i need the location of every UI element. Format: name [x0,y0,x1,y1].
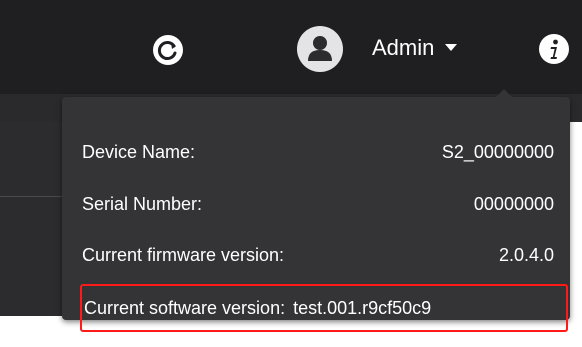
user-menu-button[interactable]: Admin [372,30,458,66]
serial-number-row: Serial Number: 00000000 [82,189,554,219]
top-header-bar [0,0,582,94]
device-name-row: Device Name: S2_00000000 [82,137,554,167]
info-icon[interactable] [538,33,570,65]
device-name-value: S2_00000000 [441,141,554,162]
software-version-value: test.001.r9cf50c9 [293,297,432,318]
sync-icon[interactable] [152,34,184,66]
caret-down-icon [445,44,458,51]
firmware-version-row: Current firmware version: 2.0.4.0 [82,240,554,270]
software-version-row: Current software version: test.001.r9cf5… [84,293,431,323]
left-panel [0,122,64,347]
serial-number-label: Serial Number: [82,193,203,214]
panel-divider [0,196,64,197]
popup-arrow [496,89,512,97]
software-version-label: Current software version: [84,297,286,318]
device-name-label: Device Name: [82,141,196,162]
serial-number-value: 00000000 [473,193,554,214]
user-name: Admin [372,35,435,60]
firmware-version-label: Current firmware version: [82,244,285,265]
firmware-version-value: 2.0.4.0 [498,244,554,265]
user-avatar-icon[interactable] [297,26,343,72]
